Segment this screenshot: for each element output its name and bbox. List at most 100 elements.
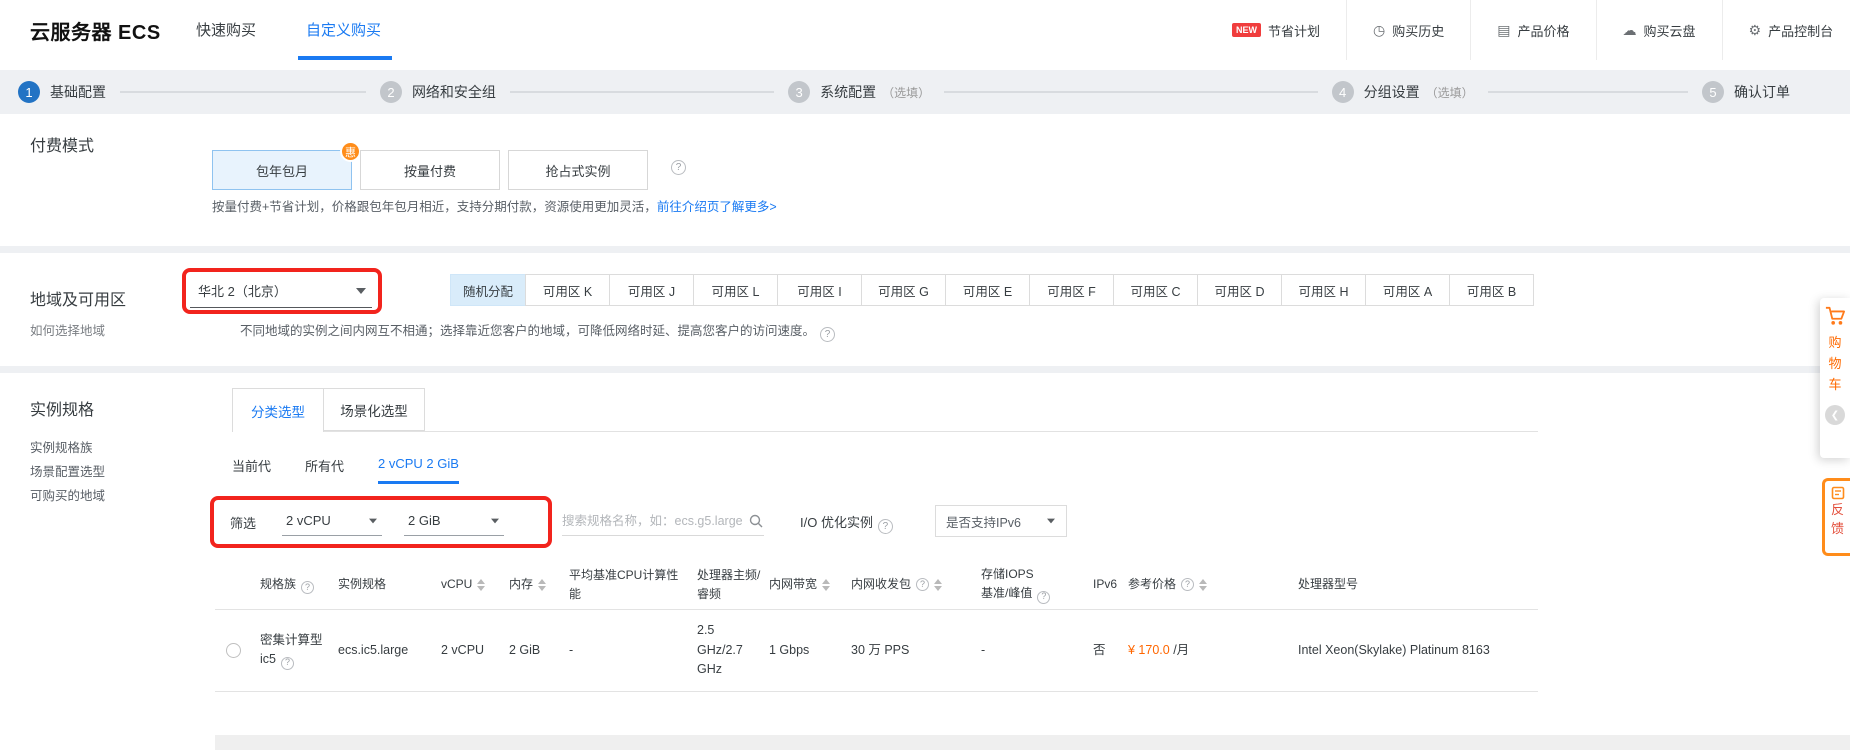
price-help-icon[interactable]: ? (1181, 578, 1195, 591)
cell-ipv6: 否 (1093, 642, 1106, 657)
nav-product-price[interactable]: ▤ 产品价格 (1470, 0, 1595, 60)
col-label: 内存 (509, 577, 534, 592)
payment-option-spot[interactable]: 抢占式实例 (508, 150, 648, 190)
nav-product-console[interactable]: ⚙ 产品控制台 (1721, 0, 1850, 60)
cart-label: 购 物 车 (1828, 335, 1842, 392)
cell-frequency: 2.5 GHz/2.7 GHz (697, 621, 769, 679)
step-number: 1 (18, 81, 40, 103)
nav-label: 购买云盘 (1643, 23, 1696, 39)
chevron-down-icon (369, 518, 377, 523)
col-label: 处理器型号 (1298, 577, 1359, 592)
vcpu-filter-select[interactable]: 2 vCPU (282, 506, 382, 536)
cell-instance: ecs.ic5.large (338, 642, 409, 657)
zone-e[interactable]: 可用区 E (945, 274, 1030, 306)
nav-purchase-history[interactable]: ◷ 购买历史 (1346, 0, 1470, 60)
chevron-down-icon (356, 287, 366, 294)
zone-d[interactable]: 可用区 D (1197, 274, 1282, 306)
gen-tab-all[interactable]: 所有代 (305, 456, 344, 484)
payment-description-text: 按量付费+节省计划，价格跟包年包月相近，支持分期付款，资源使用更加灵活， (212, 200, 657, 214)
link-scenario-selection[interactable]: 场景配置选型 (30, 461, 105, 480)
link-purchasable-regions[interactable]: 可购买的地域 (30, 485, 105, 504)
gen-tab-current[interactable]: 当前代 (232, 456, 271, 484)
nav-savings-plan[interactable]: NEW 节省计划 (1206, 0, 1346, 60)
ipv6-filter-select[interactable]: 是否支持IPv6 (935, 505, 1067, 537)
cart-icon (1825, 306, 1845, 325)
zone-random[interactable]: 随机分配 (450, 274, 526, 306)
region-select-value: 华北 2（北京） (198, 284, 287, 299)
iops-help-icon[interactable]: ? (1037, 590, 1051, 604)
how-to-choose-region-link[interactable]: 如何选择地域 (30, 320, 105, 339)
spec-tabs-baseline (232, 431, 1538, 432)
zone-f[interactable]: 可用区 F (1029, 274, 1114, 306)
spec-search-input[interactable] (562, 513, 748, 528)
col-label: 参考价格 (1128, 577, 1177, 592)
payment-help-icon[interactable]: ? (671, 160, 686, 175)
zone-b[interactable]: 可用区 B (1449, 274, 1534, 306)
search-icon[interactable] (748, 513, 764, 529)
zone-buttons: 随机分配 可用区 K 可用区 J 可用区 L 可用区 I 可用区 G 可用区 E… (450, 274, 1534, 306)
zone-h[interactable]: 可用区 H (1281, 274, 1366, 306)
shopping-cart-widget[interactable]: 购 物 车 ❮ (1820, 298, 1850, 458)
filter-label: 筛选 (230, 516, 257, 531)
spec-tab-scenario[interactable]: 场景化选型 (323, 388, 425, 431)
zone-i[interactable]: 可用区 I (777, 274, 862, 306)
memory-filter-select[interactable]: 2 GiB (404, 506, 504, 536)
col-bandwidth: 内网带宽 (769, 575, 851, 594)
step-number: 4 (1331, 81, 1354, 103)
zone-j[interactable]: 可用区 J (609, 274, 694, 306)
clock-icon: ◷ (1373, 21, 1386, 38)
cell-frequency-text: 2.5 GHz/2.7 GHz (697, 623, 743, 677)
cell-iops: - (981, 642, 986, 657)
family-help-icon[interactable]: ? (301, 581, 315, 595)
sort-icon[interactable] (1199, 578, 1208, 591)
region-select[interactable]: 华北 2（北京） (190, 274, 372, 308)
sort-icon[interactable] (538, 578, 547, 591)
feedback-widget[interactable]: 反 馈 (1822, 478, 1850, 556)
step-number: 3 (788, 81, 811, 103)
col-cpu-model: 处理器型号 (1298, 575, 1538, 594)
zone-l[interactable]: 可用区 L (693, 274, 778, 306)
zone-k[interactable]: 可用区 K (525, 274, 610, 306)
spec-search-box (562, 506, 764, 536)
cart-collapse-button[interactable]: ❮ (1825, 405, 1845, 425)
step-label: 系统配置 (820, 84, 877, 100)
sort-icon[interactable] (934, 578, 943, 591)
payment-mode-label: 付费模式 (30, 138, 95, 155)
ic5-help-icon[interactable]: ? (280, 656, 294, 670)
cell-vcpu: 2 vCPU (441, 642, 485, 657)
header-nav: NEW 节省计划 ◷ 购买历史 ▤ 产品价格 ☁ 购买云盘 ⚙ 产品控制台 (1206, 0, 1850, 60)
tab-quick-buy[interactable]: 快速购买 (196, 19, 256, 40)
zone-c[interactable]: 可用区 C (1113, 274, 1198, 306)
col-label: 平均基准CPU计算性能 (569, 567, 679, 601)
zone-g[interactable]: 可用区 G (861, 274, 946, 306)
payment-option-pay-as-you-go[interactable]: 按量付费 (360, 150, 500, 190)
nav-buy-disk[interactable]: ☁ 购买云盘 (1595, 0, 1722, 60)
col-label: 实例规格 (338, 577, 387, 592)
gen-tab-2vcpu-2gib[interactable]: 2 vCPU 2 GiB (378, 456, 459, 484)
feedback-char: 反 (1830, 502, 1844, 517)
pps-help-icon[interactable]: ? (916, 578, 930, 591)
zone-a[interactable]: 可用区 A (1365, 274, 1450, 306)
spec-tab-category[interactable]: 分类选型 (232, 388, 324, 432)
region-help-icon[interactable]: ? (820, 327, 836, 342)
col-pps: 内网收发包? (851, 575, 981, 594)
col-frequency: 处理器主频/睿频 (697, 566, 769, 603)
step-system-config: 3 系统配置 （选填） (788, 81, 930, 103)
col-price: 参考价格? (1128, 575, 1298, 594)
cell-pps: 30 万 PPS (851, 642, 910, 657)
sort-icon[interactable] (477, 578, 486, 591)
cell-family-text: 密集计算型 ic5? (260, 631, 330, 670)
tab-custom-buy[interactable]: 自定义购买 (306, 19, 381, 40)
col-ipv6: IPv6 (1093, 575, 1128, 594)
generation-tabs: 当前代 所有代 2 vCPU 2 GiB (232, 456, 459, 484)
io-help-icon[interactable]: ? (877, 519, 893, 534)
ipv6-filter-value: 是否支持IPv6 (946, 515, 1022, 530)
table-row-ic5[interactable]: 密集计算型 ic5? ecs.ic5.large 2 vCPU 2 GiB - … (215, 610, 1538, 692)
row-radio[interactable] (226, 643, 241, 658)
step-label: 基础配置 (50, 84, 106, 100)
payment-option-subscription[interactable]: 包年包月 惠 (212, 141, 361, 190)
nav-label: 节省计划 (1268, 23, 1321, 39)
payment-more-link[interactable]: 前往介绍页了解更多> (657, 200, 777, 214)
link-instance-families[interactable]: 实例规格族 (30, 437, 93, 456)
sort-icon[interactable] (822, 578, 831, 591)
